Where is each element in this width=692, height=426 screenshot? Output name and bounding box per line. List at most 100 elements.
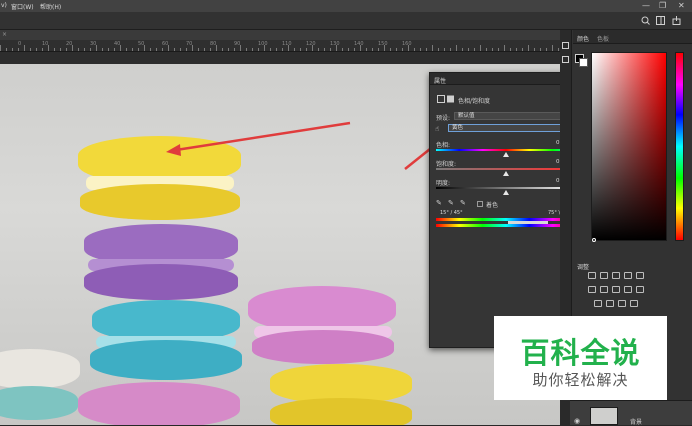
- ruler-tick: [294, 48, 295, 51]
- levels-icon[interactable]: [600, 272, 608, 279]
- hue-slider[interactable]: [436, 149, 576, 151]
- ruler-tick: [204, 48, 205, 51]
- tab-color[interactable]: 颜色: [577, 34, 589, 43]
- colorize-checkbox[interactable]: [477, 201, 483, 207]
- ruler-label: 120: [306, 41, 316, 47]
- properties-tab-title[interactable]: 属性: [434, 76, 446, 85]
- ruler-tick: [330, 48, 331, 51]
- ruler-tick: [372, 48, 373, 51]
- ruler-tick: [444, 48, 445, 51]
- history-icon[interactable]: [562, 42, 569, 49]
- brightness-icon[interactable]: [588, 272, 596, 279]
- ruler-tick: [6, 48, 7, 51]
- invert-icon[interactable]: [594, 300, 602, 307]
- share-icon[interactable]: [672, 16, 681, 25]
- brush-settings-icon[interactable]: [562, 56, 569, 63]
- threshold-icon[interactable]: [618, 300, 626, 307]
- arrow-line-left: [175, 121, 351, 152]
- ruler-tick: [420, 48, 421, 51]
- ruler-tick: [336, 45, 337, 51]
- workspace-icon[interactable]: [656, 16, 665, 25]
- saturation-label: 饱和度:: [436, 161, 457, 168]
- ruler-tick: [414, 48, 415, 51]
- eyedropper-icon[interactable]: ✎: [436, 199, 442, 207]
- hue-slider-thumb[interactable]: [503, 152, 509, 157]
- menu-item-window[interactable]: 窗口(W): [11, 2, 34, 11]
- search-icon[interactable]: [641, 16, 650, 25]
- ruler-tick: [546, 48, 547, 51]
- layers-panel[interactable]: ◉ 背景: [570, 400, 692, 426]
- channel-mixer-icon[interactable]: [636, 286, 644, 293]
- ruler-tick: [96, 45, 97, 51]
- lightness-value[interactable]: 0: [556, 178, 560, 184]
- ruler-tick: [54, 48, 55, 51]
- ruler-tick: [510, 48, 511, 51]
- saturation-slider[interactable]: [436, 168, 576, 170]
- ruler-tick: [348, 48, 349, 51]
- lightness-slider[interactable]: [436, 187, 576, 189]
- photo-filter-icon[interactable]: [624, 286, 632, 293]
- color-picker-field[interactable]: [591, 52, 667, 241]
- menu-item-view[interactable]: v): [1, 2, 7, 9]
- ruler-tick: [402, 48, 403, 51]
- saturation-slider-thumb[interactable]: [503, 171, 509, 176]
- ruler-tick: [492, 48, 493, 51]
- ruler-tick: [426, 48, 427, 51]
- color-balance-icon[interactable]: [600, 286, 608, 293]
- ruler-label: 130: [330, 41, 340, 47]
- vibrance-icon[interactable]: [636, 272, 644, 279]
- document-tab-bar[interactable]: ×: [0, 30, 560, 40]
- eyedropper-subtract-icon[interactable]: ✎: [460, 199, 466, 207]
- ruler-tick: [168, 45, 169, 51]
- ruler-tick: [306, 48, 307, 51]
- ruler-tick: [396, 48, 397, 51]
- hue-value[interactable]: 0: [556, 140, 560, 146]
- exposure-icon[interactable]: [624, 272, 632, 279]
- ruler-tick: [102, 48, 103, 51]
- lightness-slider-thumb[interactable]: [503, 190, 509, 195]
- menu-item-help[interactable]: 帮助(H): [40, 2, 61, 11]
- gradient-map-icon[interactable]: [630, 300, 638, 307]
- ruler-tick: [108, 48, 109, 51]
- ruler-tick: [228, 48, 229, 51]
- ruler-tick: [150, 48, 151, 51]
- visibility-eye-icon[interactable]: ◉: [574, 417, 580, 425]
- posterize-icon[interactable]: [606, 300, 614, 307]
- black-white-icon[interactable]: [612, 286, 620, 293]
- color-picker-cursor[interactable]: [592, 238, 596, 242]
- target-adjustment-hand-icon[interactable]: ☝: [435, 125, 439, 133]
- ruler-tick: [12, 48, 13, 51]
- hue-spectrum-slider[interactable]: [675, 52, 684, 241]
- ruler-tick: [474, 48, 475, 51]
- channel-dropdown[interactable]: 黄色: [448, 124, 578, 132]
- ruler-tick: [36, 48, 37, 51]
- close-icon[interactable]: ✕: [678, 1, 685, 10]
- ruler-tick: [456, 45, 457, 51]
- ruler-tick: [450, 48, 451, 51]
- ruler-tick: [288, 45, 289, 51]
- ruler-tick: [252, 48, 253, 51]
- ruler-tick: [534, 48, 535, 51]
- ruler-tick: [498, 48, 499, 51]
- curves-icon[interactable]: [612, 272, 620, 279]
- ruler-tick: [378, 48, 379, 51]
- ruler-tick: [234, 48, 235, 51]
- ruler-tick: [144, 45, 145, 51]
- channel-value: 黄色: [452, 125, 464, 131]
- color-panel-tabs: 颜色 色板: [573, 30, 692, 44]
- colorize-label: 着色: [486, 202, 499, 209]
- layer-thumbnail: [590, 407, 618, 425]
- minimize-icon[interactable]: —: [642, 1, 650, 10]
- eyedropper-add-icon[interactable]: ✎: [448, 199, 454, 207]
- tab-close-icon[interactable]: ×: [2, 31, 7, 38]
- hue-saturation-icon[interactable]: [588, 286, 596, 293]
- ruler-tick: [222, 48, 223, 51]
- saturation-value[interactable]: 0: [556, 159, 560, 165]
- ruler-label: 110: [282, 41, 292, 47]
- ruler-tick: [432, 45, 433, 51]
- watermark-title: 百科全说: [520, 336, 641, 370]
- background-color-swatch[interactable]: [579, 58, 588, 67]
- ruler-tick: [342, 48, 343, 51]
- tab-swatches[interactable]: 色板: [597, 34, 609, 43]
- restore-icon[interactable]: ❐: [659, 1, 666, 10]
